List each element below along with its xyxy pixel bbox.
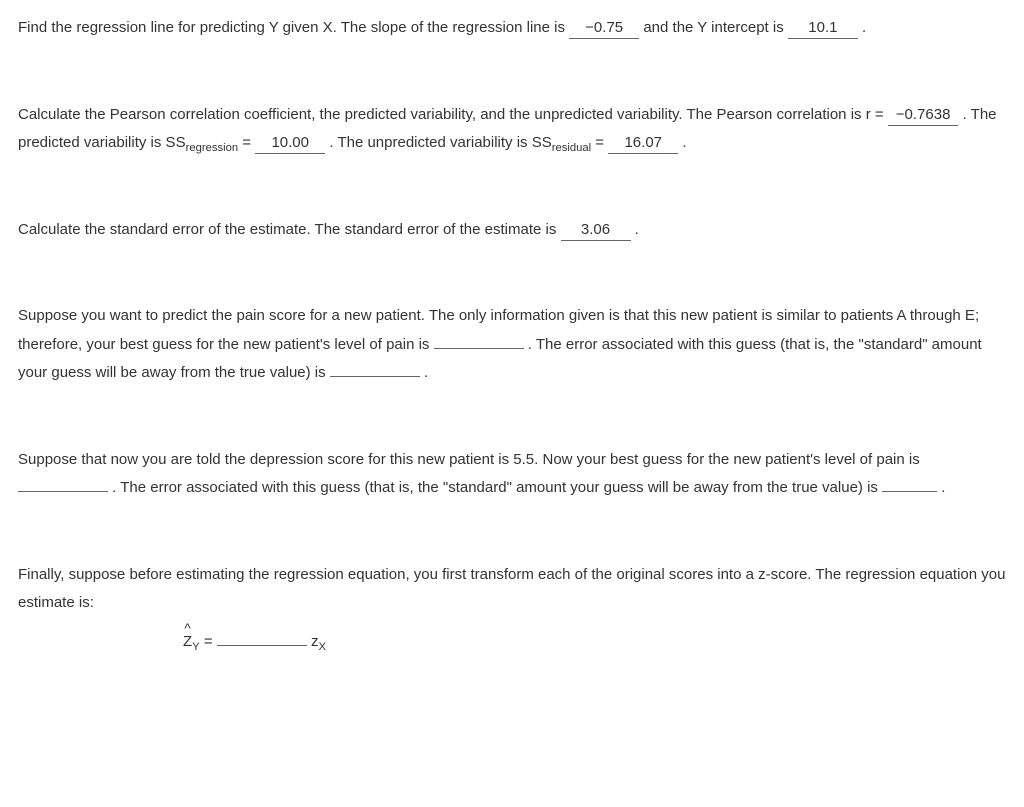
paragraph-depression-score: Suppose that now you are told the depres… — [18, 446, 1006, 503]
subscript: Y — [192, 641, 200, 653]
blank-error-1[interactable] — [330, 376, 420, 377]
text: . — [682, 134, 686, 151]
blank-intercept[interactable]: 10.1 — [788, 17, 858, 39]
paragraph-regression-line: Find the regression line for predicting … — [18, 14, 1006, 43]
text: . — [635, 221, 639, 238]
equals: = — [204, 633, 217, 650]
z-hat-y: Z — [183, 628, 192, 657]
text: Calculate the Pearson correlation coeffi… — [18, 106, 888, 123]
text: = — [591, 134, 608, 151]
text: . The error associated with this guess (… — [112, 479, 882, 496]
subscript: X — [318, 641, 326, 653]
text: . The unpredicted variability is SS — [329, 134, 551, 151]
blank-r[interactable]: −0.7638 — [888, 104, 959, 126]
blank-se[interactable]: 3.06 — [561, 219, 631, 241]
subscript: regression — [186, 142, 239, 154]
blank-z-coefficient[interactable] — [217, 645, 307, 646]
formula-row: ZY = zX — [18, 628, 1006, 657]
text: Finally, suppose before estimating the r… — [18, 566, 1005, 612]
blank-slope[interactable]: −0.75 — [569, 17, 639, 39]
text: Calculate the standard error of the esti… — [18, 221, 561, 238]
blank-error-2[interactable] — [882, 491, 937, 492]
text: . — [862, 19, 866, 36]
text: = — [238, 134, 255, 151]
paragraph-zscore: Finally, suppose before estimating the r… — [18, 561, 1006, 657]
paragraph-predict-new-patient: Suppose you want to predict the pain sco… — [18, 302, 1006, 388]
paragraph-pearson: Calculate the Pearson correlation coeffi… — [18, 101, 1006, 158]
text: Suppose that now you are told the depres… — [18, 451, 920, 468]
text: . — [941, 479, 945, 496]
text: . — [424, 364, 428, 381]
blank-best-guess-2[interactable] — [18, 491, 108, 492]
text: and the Y intercept is — [643, 19, 788, 36]
text: Find the regression line for predicting … — [18, 19, 569, 36]
subscript: residual — [552, 142, 591, 154]
blank-ssresidual[interactable]: 16.07 — [608, 132, 678, 154]
blank-ssregression[interactable]: 10.00 — [255, 132, 325, 154]
blank-best-guess-1[interactable] — [434, 348, 524, 349]
paragraph-standard-error: Calculate the standard error of the esti… — [18, 216, 1006, 245]
